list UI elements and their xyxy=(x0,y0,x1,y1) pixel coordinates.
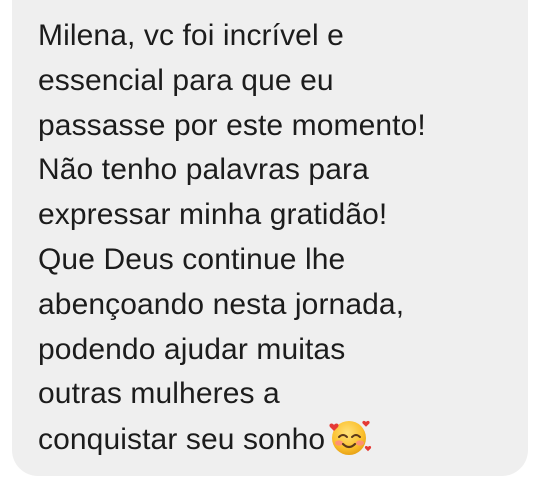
message-line-6: Que Deus continue lhe xyxy=(38,242,346,276)
smiling-face-with-hearts-icon xyxy=(327,417,373,457)
message-line-5: expressar minha gratidão! xyxy=(38,198,388,232)
message-line-7: abençoando nesta jornada, xyxy=(38,287,405,321)
message-line-4: Não tenho palavras para xyxy=(38,153,369,187)
message-line-2: essencial para que eu xyxy=(38,63,334,97)
message-line-8: podendo ajudar muitas xyxy=(38,332,346,366)
message-line-9: outras mulheres a xyxy=(38,377,280,411)
message-line-10: conquistar seu sonho xyxy=(38,417,426,462)
message-line-3: passasse por este momento! xyxy=(38,108,426,142)
message-text: Milena, vc foi incrível e essencial para… xyxy=(38,14,426,462)
message-line-1: Milena, vc foi incrível e xyxy=(38,19,344,52)
message-line-10-text: conquistar seu sonho xyxy=(38,423,326,457)
